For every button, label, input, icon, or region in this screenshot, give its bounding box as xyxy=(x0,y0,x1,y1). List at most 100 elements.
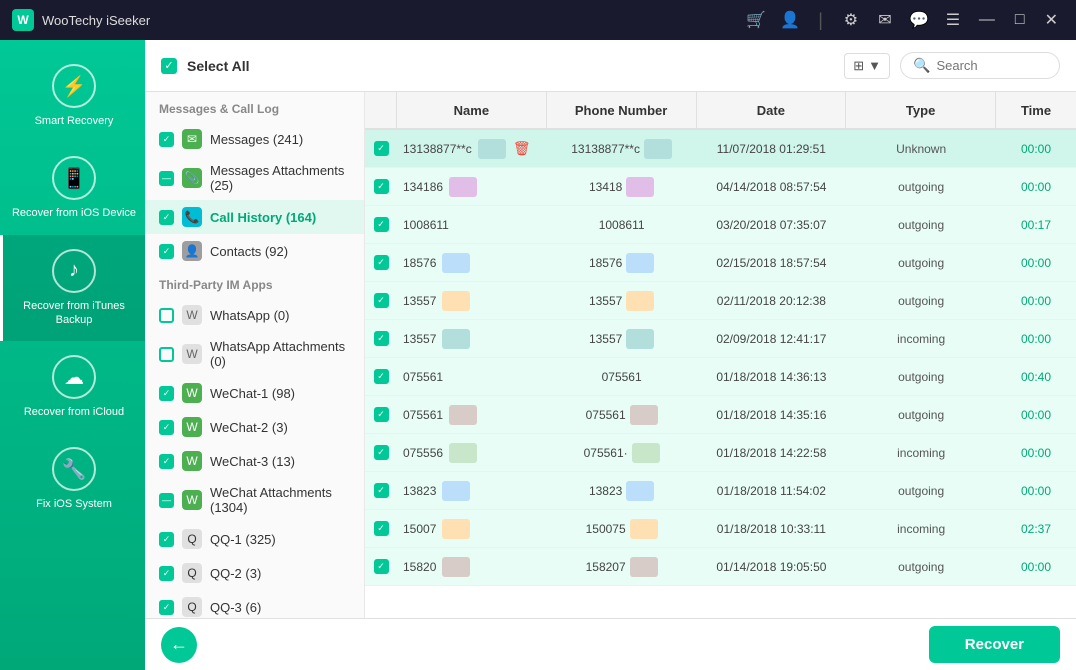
row-check-cell[interactable] xyxy=(365,407,397,422)
wechat-2-checkbox[interactable] xyxy=(159,420,174,435)
row-checkbox[interactable] xyxy=(374,445,389,460)
row-check-cell[interactable] xyxy=(365,369,397,384)
sidebar-label-icloud: Recover from iCloud xyxy=(24,405,124,419)
category-call-history[interactable]: 📞 Call History (164) xyxy=(145,200,364,234)
category-wechat-1[interactable]: W WeChat-1 (98) xyxy=(145,376,364,410)
select-all-checkbox[interactable] xyxy=(161,58,177,74)
filter-icon: ⊞ xyxy=(853,58,864,74)
table-row[interactable]: 075561 075561 01/18/2018 14:36:13 outgoi… xyxy=(365,358,1076,396)
category-whatsapp-attach[interactable]: W WhatsApp Attachments (0) xyxy=(145,332,364,376)
row-phone: 1008611 xyxy=(547,218,697,232)
sidebar-item-itunes-backup[interactable]: ♪ Recover from iTunes Backup xyxy=(0,235,145,342)
row-check-cell[interactable] xyxy=(365,179,397,194)
category-whatsapp[interactable]: W WhatsApp (0) xyxy=(145,298,364,332)
row-time: 00:40 xyxy=(996,370,1076,384)
row-date: 01/14/2018 19:05:50 xyxy=(697,560,847,574)
wechat-1-label: WeChat-1 (98) xyxy=(210,386,350,401)
row-checkbox[interactable] xyxy=(374,331,389,346)
cart-icon[interactable]: 🛒 xyxy=(746,10,766,30)
table-row[interactable]: 15007 150075 01/18/2018 10:33:11 incomin… xyxy=(365,510,1076,548)
row-checkbox[interactable] xyxy=(374,369,389,384)
table-row[interactable]: 13557 13557 02/11/2018 20:12:38 outgoing… xyxy=(365,282,1076,320)
row-check-cell[interactable] xyxy=(365,445,397,460)
row-check-cell[interactable] xyxy=(365,483,397,498)
table-row[interactable]: 134186 13418 04/14/2018 08:57:54 outgoin… xyxy=(365,168,1076,206)
wechat-1-checkbox[interactable] xyxy=(159,386,174,401)
whatsapp-attach-icon: W xyxy=(182,344,202,364)
recover-button[interactable]: Recover xyxy=(929,626,1060,663)
back-button[interactable]: ← xyxy=(161,627,197,663)
whatsapp-checkbox[interactable] xyxy=(159,308,174,323)
sidebar-item-ios-device[interactable]: 📱 Recover from iOS Device xyxy=(0,142,145,234)
qq-3-label: QQ-3 (6) xyxy=(210,600,350,615)
messages-attach-checkbox[interactable] xyxy=(159,171,174,186)
table-row[interactable]: 15820 158207 01/14/2018 19:05:50 outgoin… xyxy=(365,548,1076,586)
row-checkbox[interactable] xyxy=(374,559,389,574)
category-wechat-2[interactable]: W WeChat-2 (3) xyxy=(145,410,364,444)
sidebar-item-icloud[interactable]: ☁ Recover from iCloud xyxy=(0,341,145,433)
row-checkbox[interactable] xyxy=(374,179,389,194)
category-qq-3[interactable]: Q QQ-3 (6) xyxy=(145,590,364,618)
row-checkbox[interactable] xyxy=(374,293,389,308)
table-row[interactable]: 18576 18576 02/15/2018 18:57:54 outgoing… xyxy=(365,244,1076,282)
chat-icon[interactable]: 💬 xyxy=(909,10,929,30)
row-time: 00:00 xyxy=(996,142,1076,156)
table-row[interactable]: 13557 13557 02/09/2018 12:41:17 incoming… xyxy=(365,320,1076,358)
avatar xyxy=(442,329,470,349)
titlebar-icons: 🛒 👤 | ⚙ ✉ 💬 ☰ xyxy=(746,10,963,31)
row-name: 15820 xyxy=(397,557,547,577)
row-checkbox[interactable] xyxy=(374,483,389,498)
wechat-3-checkbox[interactable] xyxy=(159,454,174,469)
category-wechat-attach[interactable]: W WeChat Attachments (1304) xyxy=(145,478,364,522)
row-check-cell[interactable] xyxy=(365,559,397,574)
category-qq-1[interactable]: Q QQ-1 (325) xyxy=(145,522,364,556)
row-check-cell[interactable] xyxy=(365,331,397,346)
sidebar-item-smart-recovery[interactable]: ⚡ Smart Recovery xyxy=(0,50,145,142)
qq-1-checkbox[interactable] xyxy=(159,532,174,547)
qq-2-checkbox[interactable] xyxy=(159,566,174,581)
minimize-button[interactable]: — xyxy=(973,8,1001,32)
sidebar-item-fix-ios[interactable]: 🔧 Fix iOS System xyxy=(0,433,145,525)
contacts-checkbox[interactable] xyxy=(159,244,174,259)
row-checkbox[interactable] xyxy=(374,407,389,422)
table-row[interactable]: 075561 075561 01/18/2018 14:35:16 outgoi… xyxy=(365,396,1076,434)
contacts-icon: 👤 xyxy=(182,241,202,261)
mail-icon[interactable]: ✉ xyxy=(875,10,895,30)
maximize-button[interactable]: □ xyxy=(1009,8,1031,32)
left-panel: Messages & Call Log ✉ Messages (241) 📎 M… xyxy=(145,92,365,618)
table-row[interactable]: 13823 13823 01/18/2018 11:54:02 outgoing… xyxy=(365,472,1076,510)
row-check-cell[interactable] xyxy=(365,141,397,156)
table-row[interactable]: 1008611 1008611 03/20/2018 07:35:07 outg… xyxy=(365,206,1076,244)
wechat-attach-checkbox[interactable] xyxy=(159,493,174,508)
row-check-cell[interactable] xyxy=(365,217,397,232)
gear-icon[interactable]: ⚙ xyxy=(841,10,861,30)
row-checkbox[interactable] xyxy=(374,217,389,232)
table-row[interactable]: 075556 075561· 01/18/2018 14:22:58 incom… xyxy=(365,434,1076,472)
bottom-bar: ← Recover xyxy=(145,618,1076,670)
category-messages[interactable]: ✉ Messages (241) xyxy=(145,122,364,156)
th-type: Type xyxy=(846,92,996,128)
row-checkbox[interactable] xyxy=(374,521,389,536)
table-row[interactable]: 13138877**c 🗑 13138877**c 11/07/2018 01:… xyxy=(365,130,1076,168)
menu-icon[interactable]: ☰ xyxy=(943,10,963,30)
category-wechat-3[interactable]: W WeChat-3 (13) xyxy=(145,444,364,478)
row-checkbox[interactable] xyxy=(374,141,389,156)
row-check-cell[interactable] xyxy=(365,521,397,536)
avatar xyxy=(442,291,470,311)
whatsapp-attach-label: WhatsApp Attachments (0) xyxy=(210,339,350,369)
search-input[interactable] xyxy=(936,58,1046,73)
category-qq-2[interactable]: Q QQ-2 (3) xyxy=(145,556,364,590)
filter-button[interactable]: ⊞ ▼ xyxy=(844,53,890,79)
whatsapp-attach-checkbox[interactable] xyxy=(159,347,174,362)
messages-checkbox[interactable] xyxy=(159,132,174,147)
qq-3-checkbox[interactable] xyxy=(159,600,174,615)
delete-icon[interactable]: 🗑 xyxy=(512,139,532,159)
close-button[interactable]: ✕ xyxy=(1039,8,1064,32)
call-history-checkbox[interactable] xyxy=(159,210,174,225)
row-check-cell[interactable] xyxy=(365,255,397,270)
category-messages-attach[interactable]: 📎 Messages Attachments (25) xyxy=(145,156,364,200)
row-checkbox[interactable] xyxy=(374,255,389,270)
category-contacts[interactable]: 👤 Contacts (92) xyxy=(145,234,364,268)
row-check-cell[interactable] xyxy=(365,293,397,308)
user-icon[interactable]: 👤 xyxy=(780,10,800,30)
